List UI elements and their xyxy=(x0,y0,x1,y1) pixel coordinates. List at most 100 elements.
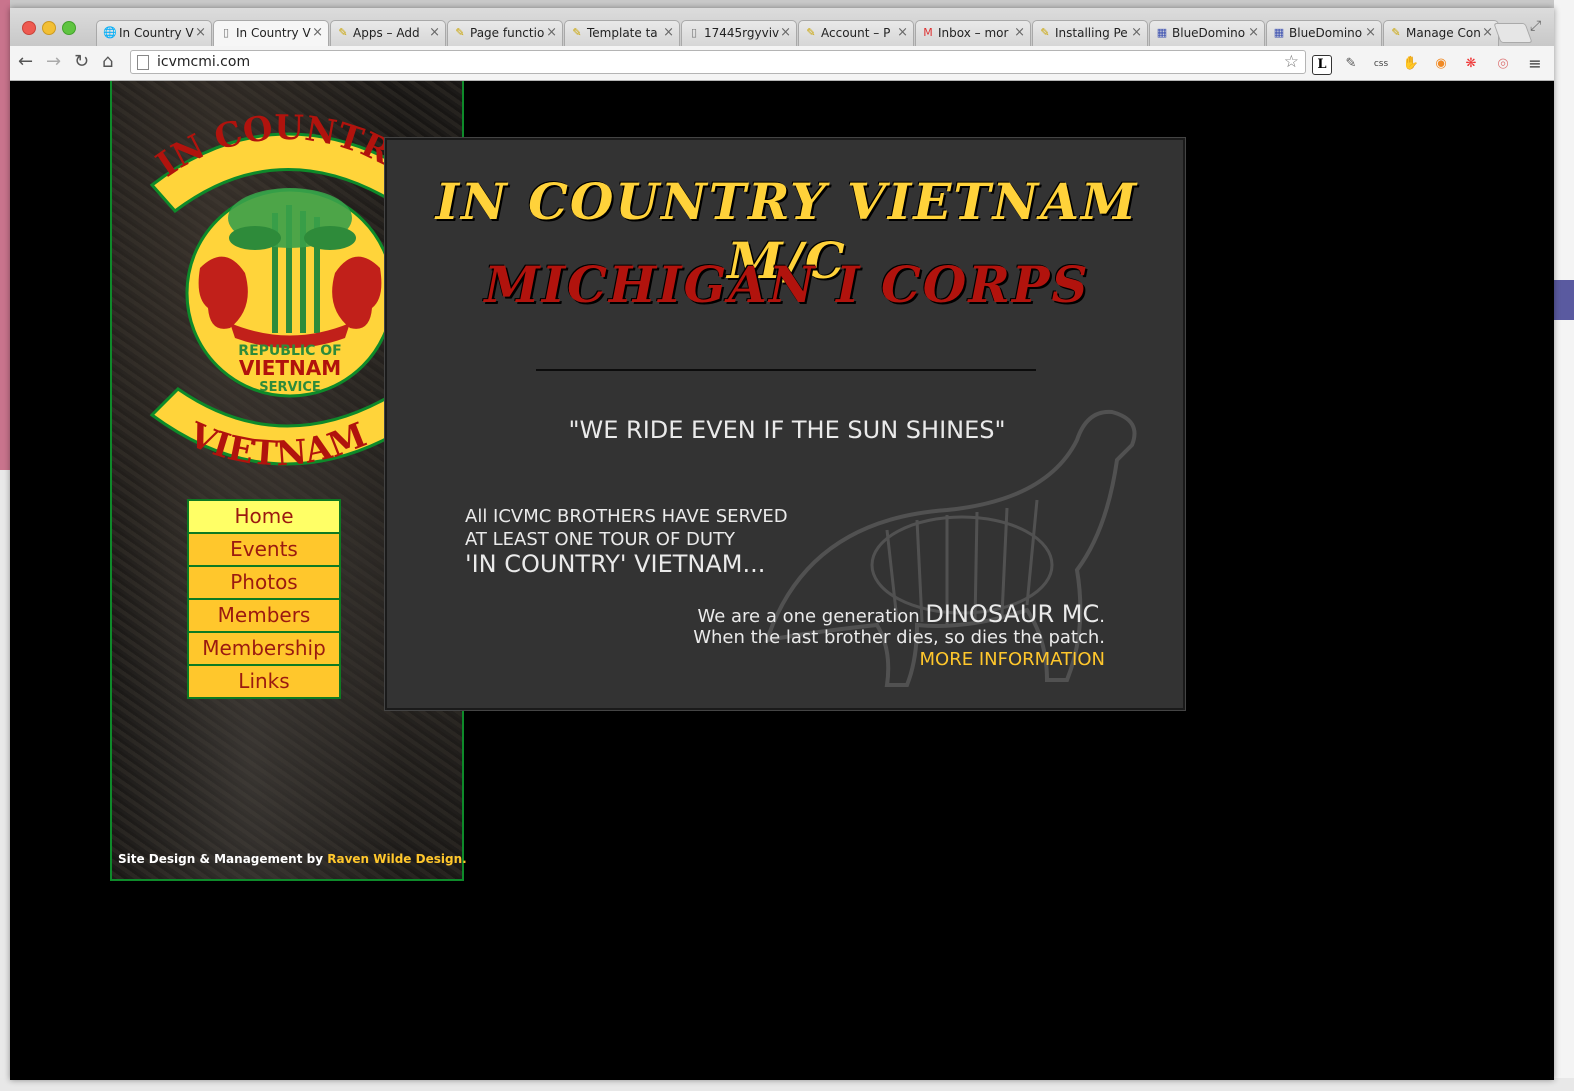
tab-label: Installing Pe xyxy=(1055,26,1128,40)
browser-tab[interactable]: ▦ BlueDomino × xyxy=(1149,20,1265,46)
browser-tab[interactable]: ✎ Apps – Add × xyxy=(330,20,446,46)
dinosaur-mc-text: DINOSAUR MC xyxy=(925,600,1100,628)
service-text: SERVICE xyxy=(259,380,321,395)
tab-label: Account – P xyxy=(821,26,891,40)
browser-tab[interactable]: ✎ Installing Pe × xyxy=(1032,20,1148,46)
credit-link[interactable]: Raven Wilde Design xyxy=(327,852,462,866)
rss-extension-icon[interactable]: ◉ xyxy=(1432,55,1450,73)
close-tab-icon[interactable]: × xyxy=(897,25,908,40)
evernote-extension-icon[interactable]: ✋ xyxy=(1402,55,1420,73)
desktop-right-edge xyxy=(1554,0,1574,1091)
tab-strip: 🌐 In Country V × ▯ In Country V × ✎ Apps – Add ×… xyxy=(10,8,1554,47)
close-tab-icon[interactable]: × xyxy=(1014,25,1025,40)
address-bar[interactable]: icvmcmi.com ☆ xyxy=(130,50,1306,74)
content-panel: IN COUNTRY VIETNAM M/C MICHIGAN I CORPS … xyxy=(384,137,1186,711)
close-tab-icon[interactable]: × xyxy=(429,25,440,40)
nav-item-photos[interactable]: Photos xyxy=(189,567,339,598)
credit-suffix: . xyxy=(462,852,467,866)
more-information-link[interactable]: MORE INFORMATION xyxy=(920,649,1105,670)
browser-tab[interactable]: ✎ Page functio × xyxy=(447,20,563,46)
css-extension-icon[interactable]: css xyxy=(1372,55,1390,73)
tab-label: Template ta xyxy=(587,26,658,40)
browser-tab[interactable]: 🌐 In Country V × xyxy=(96,20,212,46)
served-line-3: 'IN COUNTRY' VIETNAM... xyxy=(465,550,766,578)
web-page: IN COUNTRY REPUBLIC xyxy=(10,81,1554,1080)
home-button[interactable]: ⌂ xyxy=(102,52,113,72)
generation-line: We are a one generation DINOSAUR MC. xyxy=(697,600,1105,628)
bottom-rocker-text: VIETNAM xyxy=(182,415,372,475)
dies-line: When the last brother dies, so dies the … xyxy=(693,627,1105,648)
pencil-icon: ✎ xyxy=(338,26,348,39)
close-tab-icon[interactable]: × xyxy=(312,25,323,40)
desktop-left-edge xyxy=(0,0,10,470)
close-tab-icon[interactable]: × xyxy=(195,25,206,40)
tab-label: Apps – Add xyxy=(353,26,420,40)
pencil-icon: ✎ xyxy=(455,26,465,39)
close-tab-icon[interactable]: × xyxy=(546,25,557,40)
nav-item-membership[interactable]: Membership xyxy=(189,633,339,664)
tab-label: In Country V xyxy=(119,26,194,40)
browser-window: 🌐 In Country V × ▯ In Country V × ✎ Apps – Add ×… xyxy=(10,8,1554,1080)
nav-item-members[interactable]: Members xyxy=(189,600,339,631)
zoom-window-button[interactable] xyxy=(62,21,76,35)
page-icon: ▯ xyxy=(690,26,698,39)
pencil-icon: ✎ xyxy=(806,26,816,39)
close-tab-icon[interactable]: × xyxy=(1248,25,1259,40)
new-tab-button[interactable] xyxy=(1493,23,1533,43)
page-icon xyxy=(137,55,149,70)
pencil-icon: ✎ xyxy=(1391,26,1401,39)
close-window-button[interactable] xyxy=(22,21,36,35)
close-tab-icon[interactable]: × xyxy=(780,25,791,40)
menu-icon[interactable]: ≡ xyxy=(1526,55,1544,73)
pen-extension-icon[interactable]: ✎ xyxy=(1342,55,1360,73)
back-button[interactable]: ← xyxy=(18,52,33,72)
tab-label: BlueDomino xyxy=(1172,26,1246,40)
fullscreen-icon[interactable]: ⤢ xyxy=(1530,18,1541,34)
generation-suffix: . xyxy=(1099,606,1105,627)
browser-tab[interactable]: ✎ Account – P × xyxy=(798,20,914,46)
tab-label: 17445rgyviv xyxy=(704,26,780,40)
reload-button[interactable]: ↻ xyxy=(74,52,89,72)
close-tab-icon[interactable]: × xyxy=(1365,25,1376,40)
browser-tab[interactable]: ✎ Template ta × xyxy=(564,20,680,46)
tab-label: Page functio xyxy=(470,26,545,40)
nav-item-home[interactable]: Home xyxy=(189,501,339,532)
tab-label: BlueDomino xyxy=(1289,26,1363,40)
browser-tab[interactable]: ▦ BlueDomino × xyxy=(1266,20,1382,46)
page-subtitle: MICHIGAN I CORPS xyxy=(484,255,1090,314)
nav-item-links[interactable]: Links xyxy=(189,666,339,697)
tab-label: Inbox – mor xyxy=(938,26,1009,40)
browser-tab[interactable]: M Inbox – mor × xyxy=(915,20,1031,46)
nav-item-events[interactable]: Events xyxy=(189,534,339,565)
globe-icon: 🌐 xyxy=(103,26,117,39)
served-line-2: AT LEAST ONE TOUR OF DUTY xyxy=(465,529,736,550)
browser-tab[interactable]: ✎ Manage Con × xyxy=(1383,20,1499,46)
browser-tab[interactable]: ▯ In Country V × xyxy=(213,20,329,47)
bookmark-star-icon[interactable]: ☆ xyxy=(1284,52,1299,72)
desktop-right-accent xyxy=(1554,280,1574,320)
close-tab-icon[interactable]: × xyxy=(1131,25,1142,40)
target-extension-icon[interactable]: ◎ xyxy=(1494,55,1512,73)
divider xyxy=(536,369,1036,371)
main-nav: Home Events Photos Members Membership Links xyxy=(187,499,341,699)
page-icon: ▯ xyxy=(222,26,230,39)
url-text[interactable]: icvmcmi.com xyxy=(157,51,250,73)
desktop-left-lower xyxy=(0,470,10,1091)
bluedomino-icon: ▦ xyxy=(1156,26,1168,39)
close-tab-icon[interactable]: × xyxy=(1482,25,1493,40)
forward-button[interactable]: → xyxy=(46,52,61,72)
browser-tab[interactable]: ▯ 17445rgyviv × xyxy=(681,20,797,46)
gmail-icon: M xyxy=(923,26,933,39)
reader-extension-icon[interactable]: L xyxy=(1312,55,1332,75)
pencil-icon: ✎ xyxy=(572,26,582,39)
close-tab-icon[interactable]: × xyxy=(663,25,674,40)
served-line-1: All ICVMC BROTHERS HAVE SERVED xyxy=(465,506,788,527)
browser-toolbar: ← → ↻ ⌂ icvmcmi.com ☆ L ✎ css ✋ ◉ ❋ ◎ ≡ xyxy=(10,46,1554,81)
minimize-window-button[interactable] xyxy=(42,21,56,35)
site-credit: Site Design & Management by Raven Wilde … xyxy=(118,852,467,866)
bluedomino-icon: ▦ xyxy=(1273,26,1285,39)
pencil-icon: ✎ xyxy=(1040,26,1050,39)
tab-label: Manage Con xyxy=(1406,26,1481,40)
color-extension-icon[interactable]: ❋ xyxy=(1462,55,1480,73)
credit-prefix: Site Design & Management by xyxy=(118,852,324,866)
